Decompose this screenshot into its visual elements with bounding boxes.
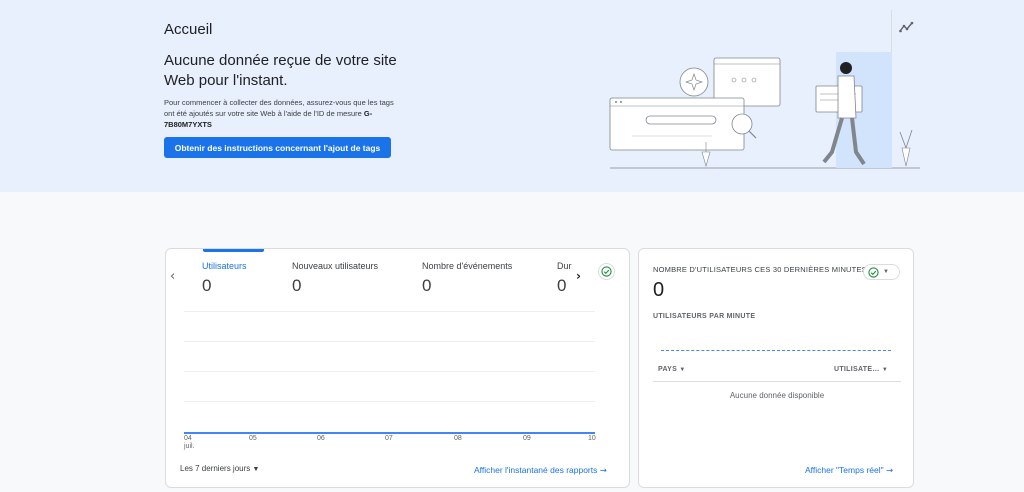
users-series-line — [184, 432, 595, 434]
hero-heading: Aucune donnée reçue de votre site Web po… — [164, 52, 397, 89]
empty-state-text: Aucune donnée disponible — [729, 391, 825, 400]
x-tick: 04 juil. — [184, 435, 195, 450]
x-tick: 09 — [523, 435, 531, 442]
arrow-right-icon: → — [886, 466, 894, 476]
insights-button[interactable] — [896, 18, 918, 38]
page-title: Accueil — [164, 21, 213, 38]
metric-label: Nouveaux utilisateurs — [292, 261, 379, 271]
x-tick: 10 — [588, 435, 596, 442]
reports-snapshot-link[interactable]: Afficher l'instantané des rapports → — [474, 465, 607, 476]
check-circle-icon — [601, 266, 612, 277]
realtime-link[interactable]: Afficher "Temps réel" → — [805, 465, 893, 476]
metric-value: 0 — [422, 276, 432, 295]
metric-value: 0 — [292, 276, 302, 295]
gridline — [184, 371, 595, 372]
tag-instructions-button[interactable]: Obtenir des instructions concernant l'aj… — [164, 137, 391, 158]
x-tick: 07 — [385, 435, 393, 442]
prev-metrics-button[interactable]: ‹ — [170, 269, 175, 284]
users-per-minute-chart — [661, 350, 891, 352]
divider — [653, 381, 901, 382]
x-tick: 06 — [317, 435, 325, 442]
divider — [891, 10, 892, 54]
dropdown-icon: ▼ — [883, 269, 889, 275]
data-quality-button[interactable] — [598, 263, 615, 280]
gridline — [184, 311, 595, 312]
active-tab-indicator — [203, 249, 264, 252]
realtime-status-button[interactable]: ▼ — [863, 264, 900, 280]
hero-banner: Accueil Aucune donnée reçue de votre sit… — [0, 0, 1024, 192]
realtime-title: NOMBRE D'UTILISATEURS CES 30 DERNIÈRES M… — [653, 265, 867, 274]
reports-snapshot-link-label: Afficher l'instantané des rapports — [474, 465, 598, 475]
dropdown-icon: ▼ — [252, 466, 260, 473]
overview-card: ‹ Utilisateurs 0 Nouveaux utilisateurs 0… — [165, 248, 630, 488]
hero-description: Pour commencer à collecter des données, … — [164, 98, 394, 129]
gridline — [184, 401, 595, 402]
metric-new-users[interactable]: Nouveaux utilisateurs 0 — [292, 261, 378, 296]
hero-illustration — [609, 52, 920, 169]
metric-users[interactable]: Utilisateurs 0 — [202, 261, 247, 296]
arrow-right-icon: → — [599, 466, 607, 476]
column-header-country[interactable]: PAYS ▼ — [658, 366, 686, 373]
dropdown-icon: ▼ — [679, 367, 686, 373]
x-tick: 08 — [454, 435, 462, 442]
realtime-users-value: 0 — [653, 279, 665, 301]
date-range-select[interactable]: Les 7 derniers jours ▼ — [180, 464, 259, 473]
column-header-users[interactable]: UTILISATE… ▼ — [834, 366, 888, 373]
dropdown-icon: ▼ — [881, 367, 889, 373]
metric-label: Utilisateurs — [202, 261, 247, 271]
metric-event-count[interactable]: Nombre d'événements 0 — [422, 261, 512, 296]
metric-value: 0 — [202, 276, 212, 295]
next-metrics-button[interactable]: › — [576, 269, 581, 283]
gridline — [184, 341, 595, 342]
insights-icon — [899, 21, 914, 32]
chevron-right-icon: › — [576, 269, 581, 283]
users-per-minute-label: UTILISATEURS PAR MINUTE — [653, 313, 756, 320]
check-circle-icon — [868, 266, 879, 278]
x-tick-month: juil. — [184, 443, 195, 450]
x-tick: 05 — [249, 435, 257, 442]
realtime-card: NOMBRE D'UTILISATEURS CES 30 DERNIÈRES M… — [638, 248, 914, 488]
realtime-link-label: Afficher "Temps réel" — [805, 465, 884, 475]
chevron-left-icon: ‹ — [170, 269, 176, 284]
metric-label: Nombre d'événements — [422, 261, 513, 271]
date-range-label: Les 7 derniers jours — [180, 464, 251, 473]
